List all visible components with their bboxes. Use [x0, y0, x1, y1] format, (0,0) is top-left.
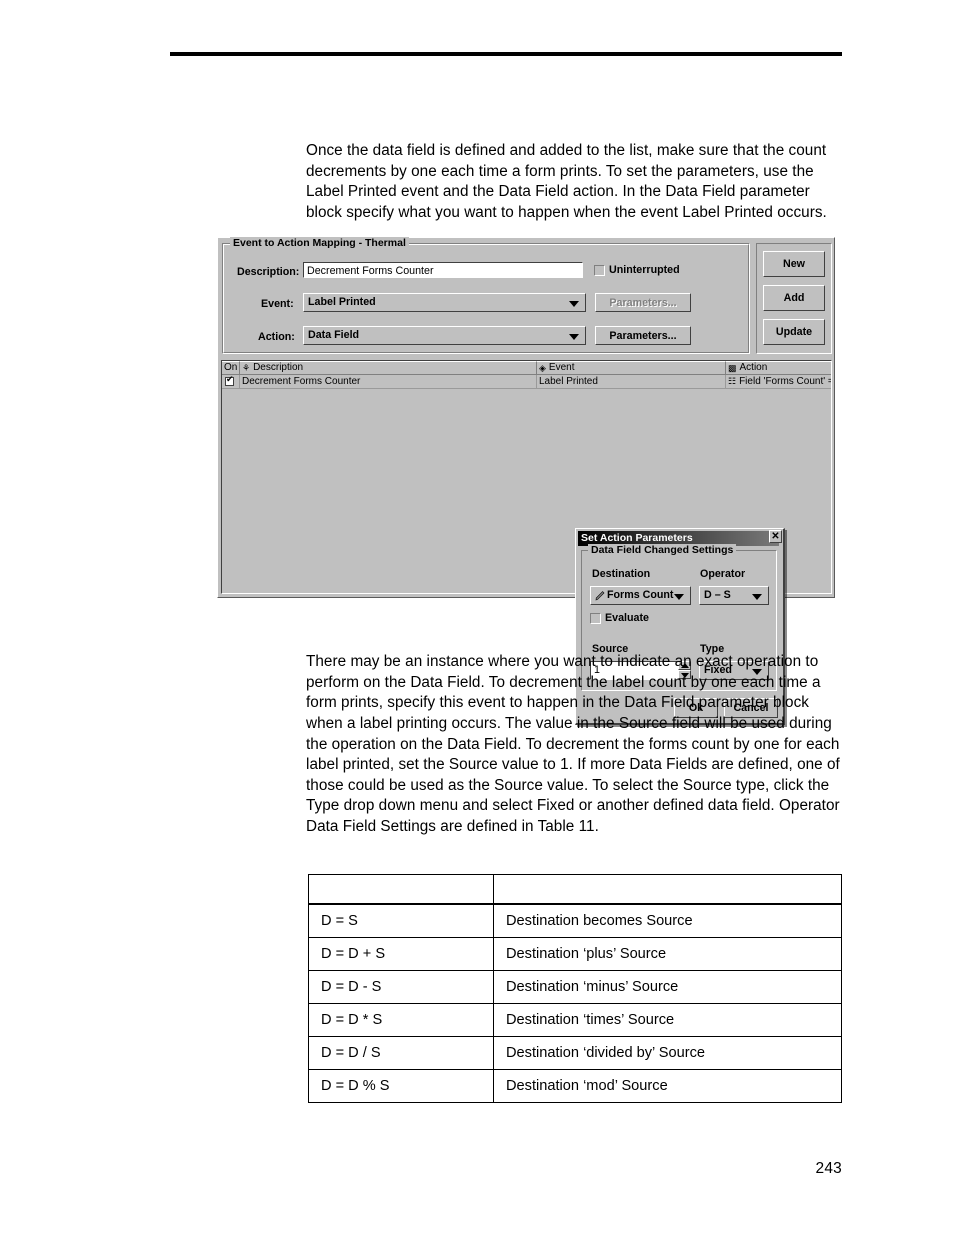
list-header-event-label: Event: [548, 362, 575, 373]
table-row: D = D % S Destination ‘mod’ Source: [308, 1069, 842, 1103]
row-enabled-checkbox[interactable]: [225, 375, 234, 386]
table-row: D = D / S Destination ‘divided by’ Sourc…: [308, 1036, 842, 1070]
operator-cell: D = D % S: [308, 1069, 494, 1103]
uninterrupted-label: Uninterrupted: [609, 264, 680, 276]
chevron-down-icon: [569, 300, 579, 307]
meaning-cell: Destination ‘mod’ Source: [493, 1069, 842, 1103]
list-header-event[interactable]: ◈ Event: [537, 361, 726, 375]
explanation-paragraph: There may be an instance where you want …: [306, 653, 840, 836]
event-parameters-button[interactable]: Parameters...: [595, 293, 691, 312]
list-header-description-label: Description: [253, 362, 304, 373]
field-action-icon: ☷: [728, 376, 737, 386]
list-header-action[interactable]: ▩ Action: [726, 361, 831, 375]
event-dropdown[interactable]: Label Printed: [303, 293, 586, 312]
intro-paragraph: Once the data field is defined and added…: [306, 142, 827, 222]
pencil-icon: [595, 590, 605, 600]
table-row: D = D * S Destination ‘times’ Source: [308, 1003, 842, 1037]
row-on-cell[interactable]: [222, 375, 240, 389]
uninterrupted-checkbox-box: [594, 264, 605, 276]
description-input[interactable]: Decrement Forms Counter: [303, 262, 583, 278]
destination-dropdown[interactable]: Forms Count: [590, 586, 691, 605]
operator-cell: D = S: [308, 903, 494, 938]
chevron-down-icon: [569, 333, 579, 340]
new-button[interactable]: New: [763, 251, 825, 277]
action-icon: ▩: [728, 362, 737, 373]
destination-value: Forms Count: [607, 589, 674, 601]
destination-label: Destination: [592, 568, 651, 580]
update-button[interactable]: Update: [763, 319, 825, 345]
operator-dropdown[interactable]: D – S: [699, 586, 769, 605]
event-to-action-mapping-groupbox: Event to Action Mapping - Thermal Descri…: [222, 237, 750, 354]
operator-cell: D = D - S: [308, 970, 494, 1004]
chevron-down-icon: [752, 593, 762, 600]
page-number: 243: [815, 1160, 842, 1177]
action-dropdown-value: Data Field: [308, 329, 360, 341]
action-label: Action:: [258, 331, 295, 343]
event-action-list[interactable]: On ⚘ Description ◈ Event ▩ Action Decrem…: [221, 360, 832, 725]
add-button[interactable]: Add: [763, 285, 825, 311]
meaning-cell: Destination ‘divided by’ Source: [493, 1036, 842, 1070]
evaluate-checkbox[interactable]: Evaluate: [590, 612, 649, 624]
action-dropdown[interactable]: Data Field: [303, 326, 586, 345]
evaluate-checkbox-box: [590, 612, 601, 624]
event-label: Event:: [261, 298, 294, 310]
table-row: D = S Destination becomes Source: [308, 903, 842, 938]
operator-settings-table: D = S Destination becomes Source D = D +…: [308, 874, 842, 1103]
row-action-text: Field 'Forms Count' = '1': [739, 376, 831, 387]
chevron-down-icon: [674, 593, 684, 600]
event-to-action-mapping-window: Event to Action Mapping - Thermal Descri…: [217, 237, 835, 725]
table-header-operator: [308, 874, 494, 905]
meaning-cell: Destination ‘times’ Source: [493, 1003, 842, 1037]
row-event-cell: Label Printed: [537, 375, 726, 389]
datafield-icon: ⚘: [242, 362, 251, 373]
settings-group-title: Data Field Changed Settings: [588, 544, 737, 556]
uninterrupted-checkbox[interactable]: Uninterrupted: [594, 264, 680, 276]
table-row[interactable]: Decrement Forms Counter Label Printed ☷ …: [222, 375, 831, 389]
table-row: D = D - S Destination ‘minus’ Source: [308, 970, 842, 1004]
list-header-on[interactable]: On: [222, 361, 240, 375]
event-dropdown-value: Label Printed: [308, 296, 376, 308]
list-header-row: On ⚘ Description ◈ Event ▩ Action: [222, 361, 831, 375]
action-parameters-button[interactable]: Parameters...: [595, 326, 691, 345]
row-action-cell: ☷ Field 'Forms Count' = '1': [726, 375, 831, 389]
page-header-rule: [170, 52, 842, 56]
row-description-cell: Decrement Forms Counter: [240, 375, 537, 389]
dialog-title-text: Set Action Parameters: [581, 532, 693, 544]
operator-label: Operator: [700, 568, 746, 580]
close-icon[interactable]: ✕: [769, 530, 782, 543]
description-label: Description:: [237, 266, 300, 278]
row-event-text: Label Printed: [539, 376, 598, 387]
operator-cell: D = D * S: [308, 1003, 494, 1037]
operator-value: D – S: [704, 589, 731, 601]
groupbox-title: Event to Action Mapping - Thermal: [230, 237, 409, 249]
meaning-cell: Destination ‘plus’ Source: [493, 937, 842, 971]
row-description-text: Decrement Forms Counter: [242, 376, 361, 387]
operator-cell: D = D + S: [308, 937, 494, 971]
list-header-on-label: On: [224, 362, 238, 373]
list-header-description[interactable]: ⚘ Description: [240, 361, 537, 375]
diamond-icon: ◈: [539, 362, 546, 373]
evaluate-label: Evaluate: [605, 612, 649, 624]
window-button-column: New Add Update: [756, 243, 832, 354]
table-header-row: [308, 874, 842, 905]
meaning-cell: Destination becomes Source: [493, 903, 842, 938]
table-header-meaning: [493, 874, 842, 905]
list-header-action-label: Action: [739, 362, 768, 373]
table-row: D = D + S Destination ‘plus’ Source: [308, 937, 842, 971]
meaning-cell: Destination ‘minus’ Source: [493, 970, 842, 1004]
operator-cell: D = D / S: [308, 1036, 494, 1070]
